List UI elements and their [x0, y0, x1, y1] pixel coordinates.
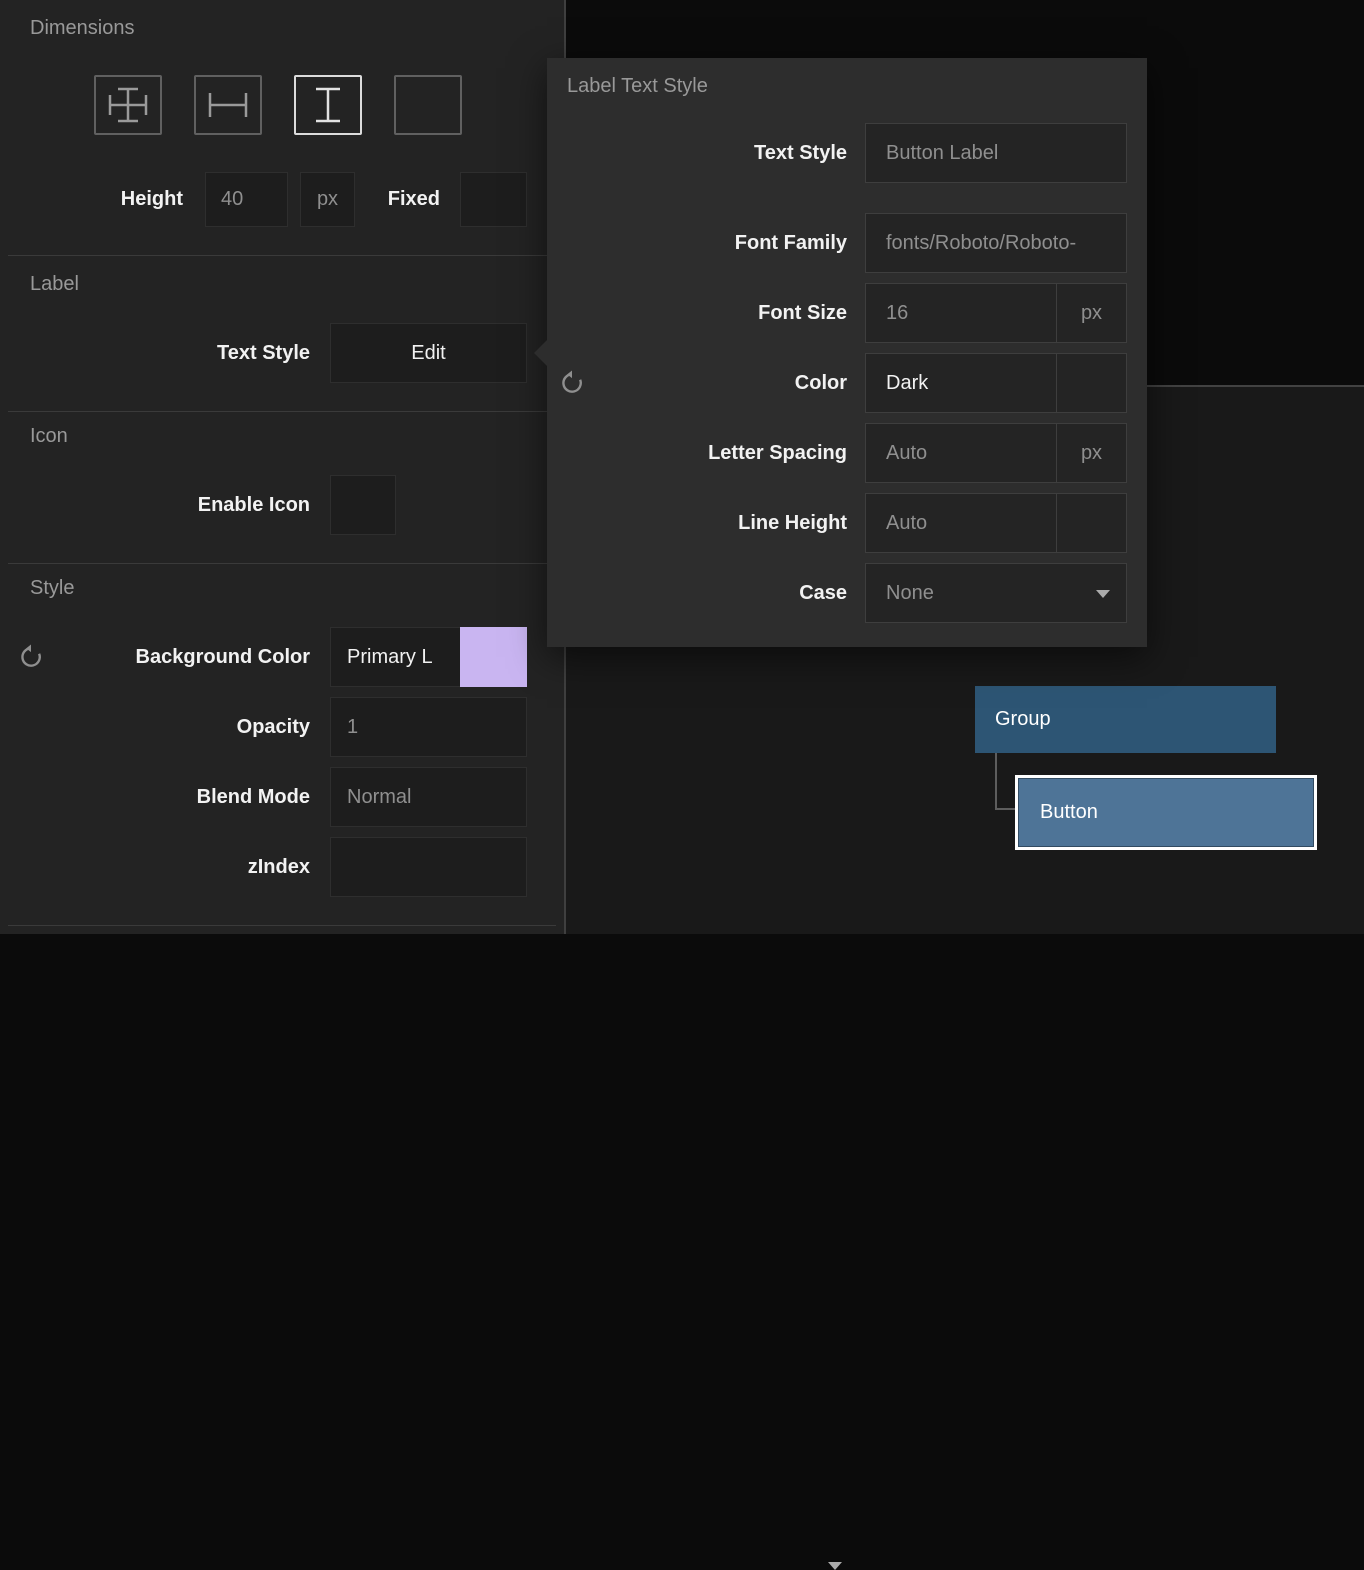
- text-style-edit-button[interactable]: Edit: [330, 323, 527, 383]
- popover-row-line-height: Line Height Auto: [547, 493, 1127, 553]
- background-color-swatch[interactable]: [460, 627, 527, 687]
- section-divider: [8, 411, 556, 412]
- color-value: Dark: [866, 354, 1056, 412]
- style-section-header: Style: [30, 577, 74, 600]
- enable-icon-checkbox[interactable]: [330, 475, 396, 535]
- size-height-icon[interactable]: [294, 75, 362, 135]
- letter-spacing-label: Letter Spacing: [547, 442, 865, 465]
- size-both-icon[interactable]: [94, 75, 162, 135]
- size-height-glyph: [304, 85, 352, 125]
- inspector-panel: Dimensions Height 40 px Fixed: [0, 0, 566, 934]
- line-height-label: Line Height: [547, 512, 865, 535]
- zindex-input[interactable]: [330, 837, 527, 897]
- font-size-value: 16: [866, 284, 1056, 342]
- letter-spacing-value: Auto: [866, 424, 1056, 482]
- font-size-input[interactable]: 16 px: [865, 283, 1127, 343]
- popover-row-color: Color Dark: [547, 353, 1127, 413]
- font-size-unit-selector[interactable]: px: [1056, 284, 1126, 342]
- chevron-down-icon: [1096, 590, 1110, 598]
- zindex-label: zIndex: [0, 837, 310, 897]
- edit-button-label: Edit: [411, 342, 445, 365]
- height-input[interactable]: 40: [205, 172, 288, 227]
- color-label: Color: [547, 372, 865, 395]
- case-value: None: [866, 564, 1126, 622]
- tree-connector-horizontal: [995, 808, 1017, 810]
- size-none-icon[interactable]: [394, 75, 462, 135]
- font-family-input[interactable]: fonts/Roboto/Roboto-: [865, 213, 1127, 273]
- text-style-input[interactable]: Button Label: [865, 123, 1127, 183]
- label-section-header: Label: [30, 273, 79, 296]
- popover-row-letter-spacing: Letter Spacing Auto px: [547, 423, 1127, 483]
- text-style-value: Button Label: [866, 124, 1126, 182]
- canvas-group-element[interactable]: Group: [975, 686, 1276, 753]
- line-height-input[interactable]: Auto: [865, 493, 1127, 553]
- fixed-label: Fixed: [360, 172, 440, 227]
- section-divider: [8, 563, 556, 564]
- section-divider: [8, 255, 556, 256]
- letter-spacing-input[interactable]: Auto px: [865, 423, 1127, 483]
- popover-row-font-size: Font Size 16 px: [547, 283, 1127, 343]
- font-family-label: Font Family: [547, 232, 865, 255]
- icon-section-header: Icon: [30, 425, 68, 448]
- height-value: 40: [221, 188, 243, 211]
- tree-connector-vertical: [995, 753, 997, 810]
- font-size-label: Font Size: [547, 302, 865, 325]
- section-divider: [8, 925, 556, 926]
- opacity-value: 1: [347, 716, 358, 739]
- blend-mode-value: Normal: [347, 786, 411, 809]
- background-color-value: Primary L: [347, 646, 433, 669]
- popover-row-case: Case None: [547, 563, 1127, 623]
- label-text-style-popover: Label Text Style Text Style Button Label…: [547, 58, 1147, 647]
- line-height-unit-box[interactable]: [1056, 494, 1126, 552]
- blend-mode-label: Blend Mode: [0, 767, 310, 827]
- size-width-icon[interactable]: [194, 75, 262, 135]
- popover-row-font-family: Font Family fonts/Roboto/Roboto-: [547, 213, 1127, 273]
- size-width-glyph: [204, 85, 252, 125]
- chevron-down-icon: [828, 1562, 842, 1570]
- size-none-glyph: [404, 85, 452, 125]
- dimensions-section-header: Dimensions: [30, 17, 134, 40]
- popover-title: Label Text Style: [567, 75, 708, 98]
- height-label: Height: [0, 172, 183, 227]
- opacity-label: Opacity: [0, 697, 310, 757]
- height-unit-selector[interactable]: px: [300, 172, 355, 227]
- color-input[interactable]: Dark: [865, 353, 1127, 413]
- text-style-label: Text Style: [0, 323, 310, 383]
- text-style-label: Text Style: [547, 142, 865, 165]
- color-unit-box[interactable]: [1056, 354, 1126, 412]
- font-family-value: fonts/Roboto/Roboto-: [866, 214, 1126, 272]
- line-height-value: Auto: [866, 494, 1056, 552]
- background-color-control[interactable]: Primary L: [330, 627, 527, 687]
- case-select[interactable]: None: [865, 563, 1127, 623]
- enable-icon-label: Enable Icon: [0, 475, 310, 535]
- letter-spacing-unit-selector[interactable]: px: [1056, 424, 1126, 482]
- canvas-button-element-selected[interactable]: Button: [1015, 775, 1317, 850]
- background-color-label: Background Color: [0, 627, 310, 687]
- fixed-checkbox[interactable]: [460, 172, 527, 227]
- group-element-label: Group: [995, 708, 1051, 731]
- case-label: Case: [547, 582, 865, 605]
- size-both-glyph: [104, 85, 152, 125]
- popover-caret: [534, 340, 547, 366]
- button-element-label: Button: [1040, 801, 1098, 824]
- height-unit: px: [317, 188, 338, 211]
- popover-row-text-style: Text Style Button Label: [547, 123, 1127, 183]
- background-color-value-button[interactable]: Primary L: [330, 627, 460, 687]
- opacity-input[interactable]: 1: [330, 697, 527, 757]
- blend-mode-select[interactable]: Normal: [330, 767, 527, 827]
